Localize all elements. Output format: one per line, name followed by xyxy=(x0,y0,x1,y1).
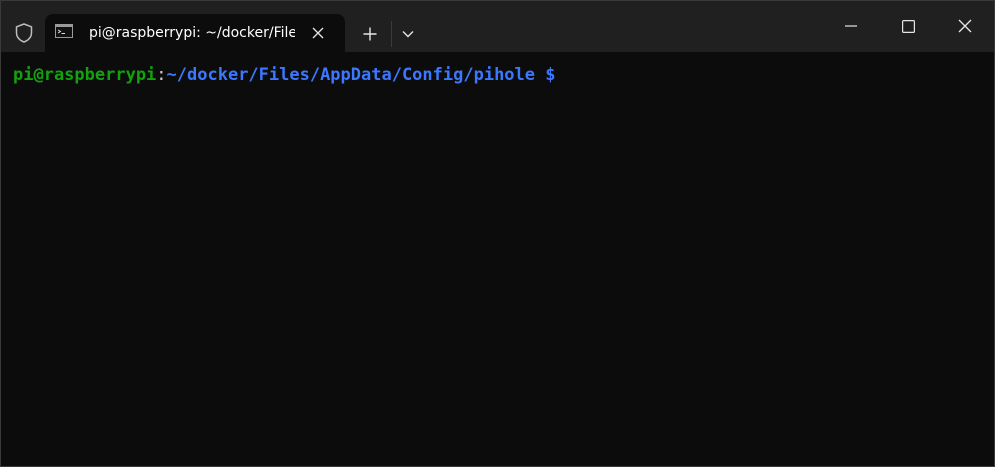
tab-terminal[interactable]: pi@raspberrypi: ~/docker/Files/AppData/C… xyxy=(45,14,345,52)
plus-icon xyxy=(363,27,377,41)
tab-separator xyxy=(391,21,392,47)
terminal-output[interactable]: pi@raspberrypi:~/docker/Files/AppData/Co… xyxy=(13,63,983,87)
terminal-window: pi@raspberrypi: ~/docker/Files/AppData/C… xyxy=(0,0,995,467)
close-icon xyxy=(958,19,972,33)
minimize-button[interactable] xyxy=(828,7,874,45)
maximize-button[interactable] xyxy=(885,7,931,45)
shield-icon[interactable] xyxy=(13,22,35,44)
prompt-colon: : xyxy=(156,65,167,85)
title-bar[interactable]: pi@raspberrypi: ~/docker/Files/AppData/C… xyxy=(1,1,994,52)
chevron-down-icon xyxy=(402,31,414,38)
prompt-path: ~/docker/Files/AppData/Config/pihole xyxy=(166,65,536,85)
close-window-button[interactable] xyxy=(942,7,988,45)
tab-title: pi@raspberrypi: ~/docker/Files/AppData/C… xyxy=(89,25,295,41)
maximize-icon xyxy=(901,19,915,33)
minimize-icon xyxy=(845,25,857,27)
prompt-dollar: $ xyxy=(535,65,556,85)
new-tab-button[interactable] xyxy=(355,21,385,47)
terminal-icon xyxy=(55,24,73,38)
tab-dropdown-button[interactable] xyxy=(395,21,421,47)
close-icon[interactable] xyxy=(309,24,327,42)
prompt-user-host: pi@raspberrypi xyxy=(13,65,157,85)
